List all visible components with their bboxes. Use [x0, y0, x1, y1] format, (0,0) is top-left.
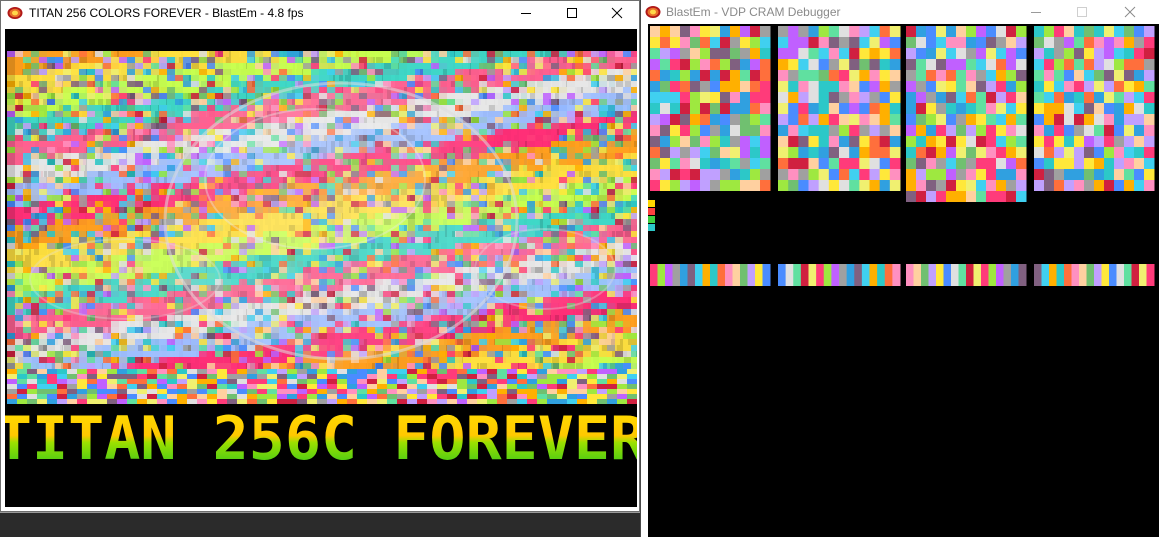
- blastem-app-icon: [645, 6, 661, 18]
- title-banner: TITAN 256C FOREVER: [5, 404, 637, 474]
- minimize-button[interactable]: [503, 1, 549, 25]
- cram-close-button[interactable]: [1107, 0, 1153, 24]
- cram-palette-grid: [648, 26, 1155, 286]
- emulator-display[interactable]: TITAN 256C FOREVER: [5, 29, 637, 507]
- cram-debugger-window: BlastEm - VDP CRAM Debugger: [641, 0, 1159, 537]
- emulator-window: TITAN 256 COLORS FOREVER - BlastEm - 4.8…: [0, 0, 640, 512]
- desktop-strip: [0, 512, 640, 537]
- maximize-button[interactable]: [549, 1, 595, 25]
- window-title: TITAN 256 COLORS FOREVER - BlastEm - 4.8…: [29, 6, 304, 20]
- minimize-icon: [521, 13, 531, 14]
- close-icon: [611, 7, 623, 19]
- close-button[interactable]: [594, 1, 640, 25]
- maximize-icon: [567, 8, 577, 18]
- title-bar[interactable]: TITAN 256 COLORS FOREVER - BlastEm - 4.8…: [1, 1, 639, 25]
- minimize-icon: [1031, 12, 1041, 13]
- blastem-app-icon: [7, 7, 23, 19]
- maximize-icon: [1077, 7, 1087, 17]
- cram-title-bar[interactable]: BlastEm - VDP CRAM Debugger: [641, 0, 1159, 24]
- cram-maximize-button[interactable]: [1059, 0, 1105, 24]
- close-icon: [1124, 6, 1136, 18]
- cram-window-title: BlastEm - VDP CRAM Debugger: [666, 5, 841, 19]
- game-scene: TITAN 256C FOREVER: [5, 51, 637, 474]
- cram-minimize-button[interactable]: [1013, 0, 1059, 24]
- cram-palette-view[interactable]: [648, 24, 1159, 537]
- desktop-strip-border: [0, 512, 640, 513]
